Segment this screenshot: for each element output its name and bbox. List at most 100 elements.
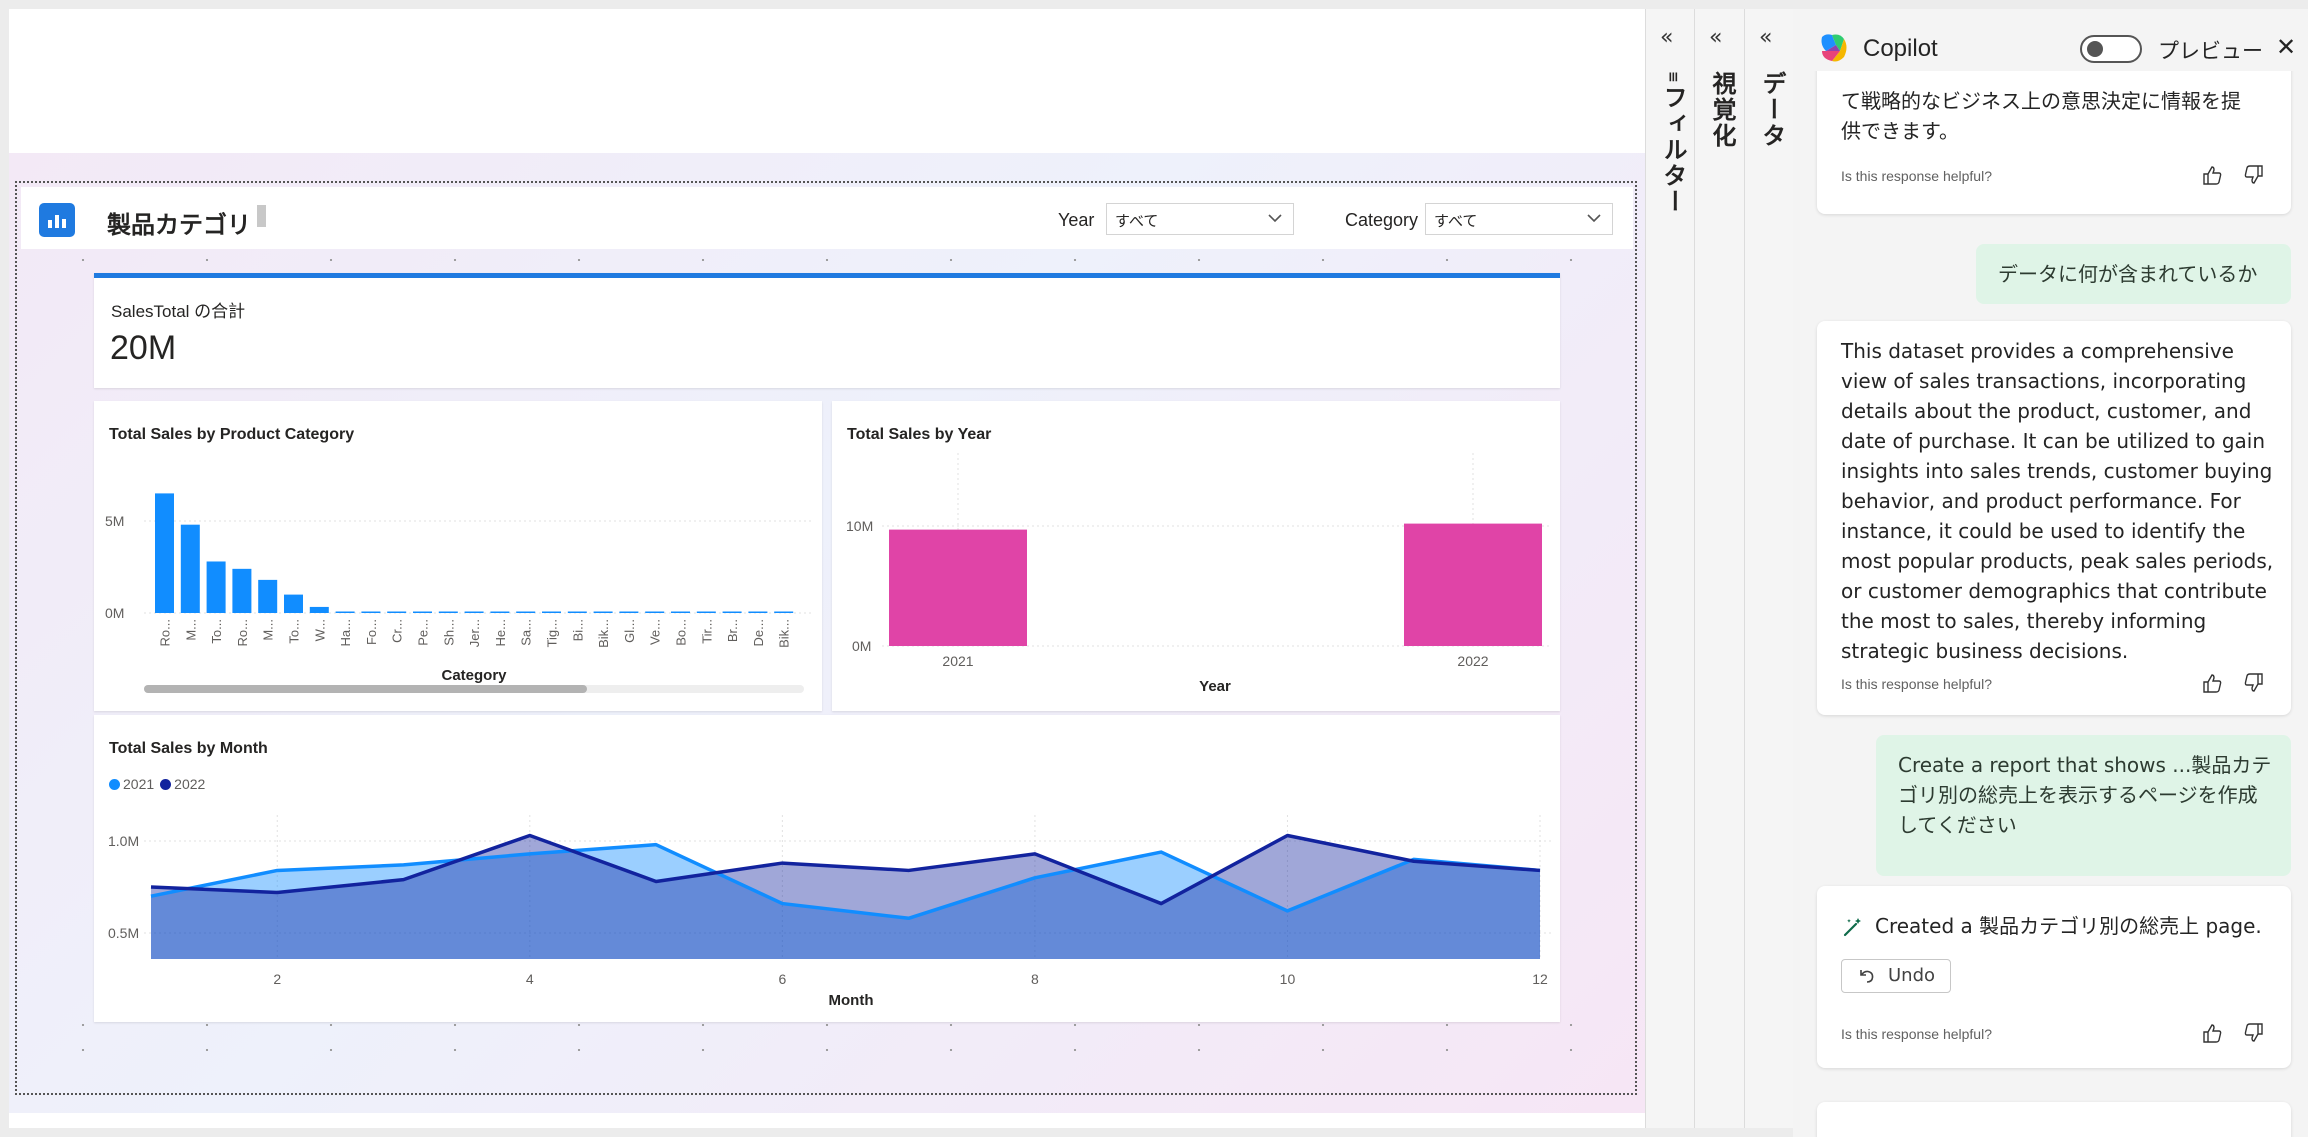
- category-bar[interactable]: [671, 611, 690, 614]
- chevron-down-icon: [1587, 214, 1601, 223]
- x-tick-label: W...: [312, 619, 327, 641]
- category-bar[interactable]: [645, 611, 665, 614]
- thumbs-up-icon[interactable]: [2201, 672, 2223, 694]
- filters-pane-collapsed[interactable]: « ≡フィルター: [1645, 9, 1694, 1128]
- expand-chevron-icon[interactable]: «: [1660, 25, 1673, 50]
- y-tick-label: 0M: [105, 605, 124, 621]
- x-tick-label: Jer...: [467, 619, 482, 647]
- sales-by-year-visual[interactable]: Total Sales by Year 10M 0M 2021 2022 Year: [832, 401, 1560, 711]
- category-bar[interactable]: [748, 611, 768, 614]
- year-bar[interactable]: [1404, 523, 1542, 646]
- category-bar[interactable]: [438, 611, 458, 614]
- feedback-prompt: Is this response helpful?: [1841, 168, 1992, 184]
- x-tick-label: Ro...: [235, 619, 250, 646]
- x-tick-label: Cr...: [390, 619, 405, 643]
- category-bar[interactable]: [567, 611, 587, 614]
- x-tick-label: Bik...: [777, 619, 792, 648]
- x-tick-label: 2: [273, 971, 281, 987]
- category-bar[interactable]: [722, 611, 742, 614]
- copilot-response: [1817, 1102, 2291, 1137]
- x-tick-label: Gl...: [622, 619, 637, 643]
- x-tick-label: Tig...: [545, 619, 560, 647]
- y-tick-label: 5M: [105, 513, 124, 529]
- sales-by-category-visual[interactable]: Total Sales by Product Category 5M 0M Ro…: [94, 401, 822, 711]
- category-slicer-value: すべて: [1434, 213, 1478, 230]
- x-tick-label: Sa...: [519, 619, 534, 646]
- category-bar[interactable]: [309, 606, 329, 613]
- category-bar[interactable]: [413, 611, 432, 614]
- response-line: て戦略的なビジネス上の意思決定に情報を提: [1841, 89, 2241, 113]
- year-bar[interactable]: [889, 529, 1027, 646]
- year-slicer-dropdown[interactable]: すべて: [1106, 203, 1294, 235]
- x-tick-label: M...: [183, 619, 198, 641]
- x-tick-label: M...: [261, 619, 276, 641]
- x-tick-label: To...: [209, 619, 224, 644]
- visualizations-pane-collapsed[interactable]: « 視覚化: [1694, 9, 1744, 1128]
- year-bar-chart: 10M 0M 2021 2022 Year: [846, 453, 1552, 695]
- bar-chart-icon: [39, 203, 75, 237]
- year-slicer-label: Year: [1058, 210, 1095, 230]
- category-bar[interactable]: [774, 611, 794, 614]
- grid-dots: [21, 1024, 1633, 1026]
- x-tick-label: 8: [1031, 971, 1039, 987]
- x-tick-label: 4: [526, 971, 534, 987]
- chevron-down-icon: [1268, 214, 1282, 223]
- category-bar[interactable]: [284, 594, 303, 613]
- category-bar[interactable]: [206, 561, 226, 613]
- x-tick-label: 2022: [1457, 653, 1488, 669]
- expand-chevron-icon[interactable]: «: [1759, 25, 1772, 50]
- report-title[interactable]: 製品カテゴリ: [107, 205, 251, 240]
- copilot-header: Copilot プレビュー ✕: [1793, 9, 2308, 71]
- category-bar[interactable]: [619, 611, 639, 614]
- y-tick-label: 1.0M: [108, 833, 139, 849]
- thumbs-down-icon[interactable]: [2243, 672, 2265, 694]
- category-bar[interactable]: [516, 611, 536, 614]
- category-bar[interactable]: [593, 611, 613, 614]
- category-bar[interactable]: [361, 611, 381, 614]
- data-pane-collapsed[interactable]: « データ: [1744, 9, 1793, 1128]
- category-bar[interactable]: [542, 611, 561, 614]
- category-bar[interactable]: [232, 568, 252, 613]
- report-header: 製品カテゴリ Year すべて Category すべて: [21, 187, 1633, 249]
- text-cursor: [257, 205, 266, 227]
- x-tick-label: Ve...: [648, 619, 663, 645]
- month-area-chart: 1.0M 0.5M 2 4 6 8 10 12 Month: [108, 815, 1554, 1009]
- category-bar[interactable]: [155, 493, 174, 613]
- sales-by-month-visual[interactable]: Total Sales by Month 2021 2022 1.0M 0.5M…: [94, 715, 1560, 1022]
- kpi-value: 20M: [110, 329, 177, 367]
- category-bar[interactable]: [180, 524, 200, 613]
- feedback-prompt: Is this response helpful?: [1841, 676, 1992, 692]
- undo-button[interactable]: Undo: [1841, 959, 1951, 993]
- category-bar[interactable]: [258, 579, 278, 613]
- kpi-card[interactable]: SalesTotal の合計 20M: [94, 273, 1560, 388]
- x-tick-label: 6: [778, 971, 786, 987]
- thumbs-up-icon[interactable]: [2201, 164, 2223, 186]
- expand-chevron-icon[interactable]: «: [1709, 25, 1722, 50]
- category-bar[interactable]: [490, 611, 510, 614]
- category-bar[interactable]: [335, 611, 355, 614]
- year-slicer-value: すべて: [1115, 213, 1159, 230]
- x-tick-label: Br...: [725, 619, 740, 642]
- close-icon[interactable]: ✕: [2276, 33, 2296, 61]
- magic-wand-icon: [1843, 918, 1861, 937]
- category-bar-chart: 5M 0M Ro... M... To... Ro... M... To... W... Ha…: [105, 493, 814, 693]
- x-tick-label: De...: [751, 619, 766, 646]
- thumbs-up-icon[interactable]: [2201, 1022, 2223, 1044]
- thumbs-down-icon[interactable]: [2243, 164, 2265, 186]
- thumbs-down-icon[interactable]: [2243, 1022, 2265, 1044]
- x-axis-title: Year: [1199, 678, 1231, 695]
- x-tick-label: Bo...: [674, 619, 689, 646]
- x-tick-label: Bi...: [570, 619, 585, 641]
- response-line: 供できます。: [1841, 119, 1959, 143]
- y-tick-label: 10M: [846, 518, 873, 534]
- category-bar[interactable]: [387, 611, 407, 614]
- data-pane-label: データ: [1758, 71, 1786, 149]
- category-bar[interactable]: [696, 611, 716, 614]
- user-message: データに何が含まれているか: [1976, 244, 2291, 304]
- copilot-response: Created a 製品カテゴリ別の総売上 page. Undo Is this…: [1817, 886, 2291, 1068]
- horizontal-scrollbar-thumb[interactable]: [144, 685, 587, 693]
- category-bar[interactable]: [464, 611, 484, 614]
- category-slicer-dropdown[interactable]: すべて: [1425, 203, 1613, 235]
- preview-toggle[interactable]: [2080, 35, 2142, 63]
- copilot-title: Copilot: [1863, 35, 1938, 62]
